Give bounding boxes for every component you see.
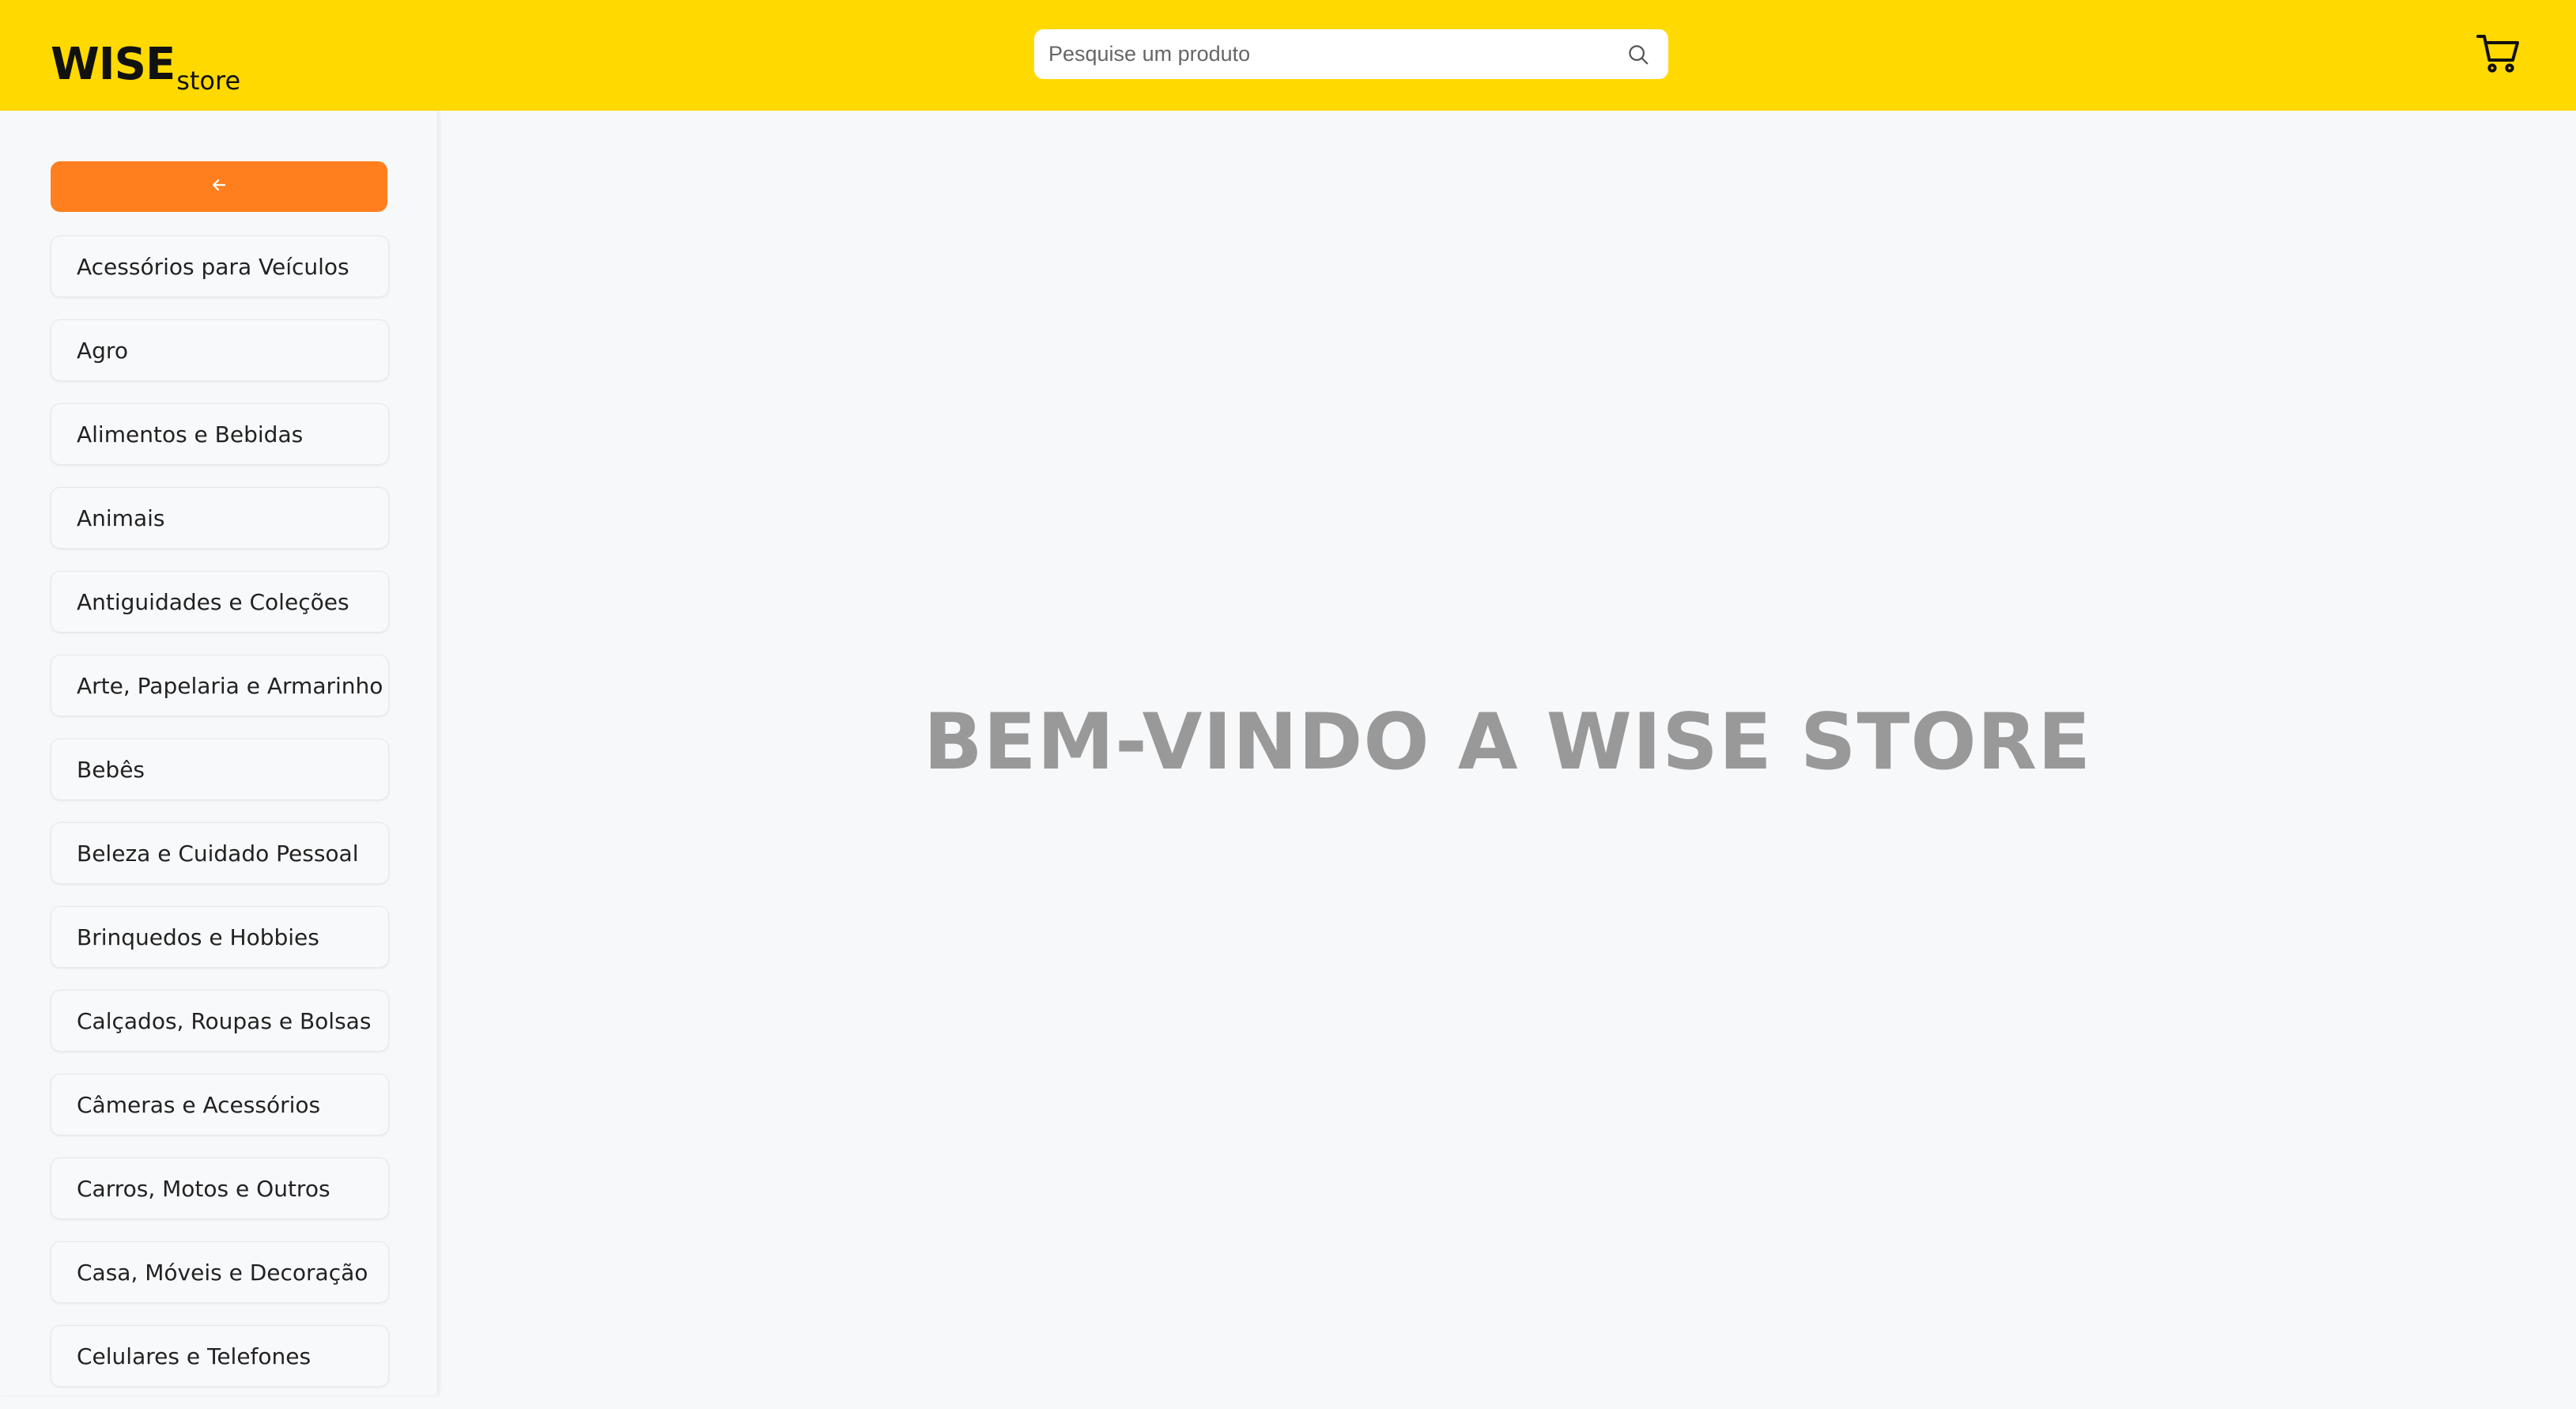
search-bar bbox=[1034, 29, 1668, 79]
welcome-title: BEM-VINDO A WISE STORE bbox=[923, 697, 2092, 788]
arrow-left-icon bbox=[210, 176, 229, 198]
category-list: Acessórios para Veículos Agro Alimentos … bbox=[51, 236, 389, 1409]
cart-icon[interactable] bbox=[2475, 32, 2522, 76]
category-item-animais[interactable]: Animais bbox=[51, 487, 389, 549]
category-item-acessorios-para-veiculos[interactable]: Acessórios para Veículos bbox=[51, 236, 389, 297]
back-button[interactable] bbox=[51, 161, 387, 212]
main-content: BEM-VINDO A WISE STORE bbox=[439, 111, 2576, 1395]
search-icon[interactable] bbox=[1624, 40, 1652, 69]
category-item-arte-papelaria-e-armarinho[interactable]: Arte, Papelaria e Armarinho bbox=[51, 655, 389, 716]
category-item-casa-moveis-e-decoracao[interactable]: Casa, Móveis e Decoração bbox=[51, 1241, 389, 1303]
category-item-calcados-roupas-e-bolsas[interactable]: Calçados, Roupas e Bolsas bbox=[51, 990, 389, 1052]
logo-main-text: WISE bbox=[51, 39, 176, 90]
search-input[interactable] bbox=[1048, 29, 1624, 79]
category-item-brinquedos-e-hobbies[interactable]: Brinquedos e Hobbies bbox=[51, 906, 389, 968]
category-item-bebes[interactable]: Bebês bbox=[51, 738, 389, 800]
top-header: WISE store bbox=[0, 0, 2576, 111]
category-sidebar: Acessórios para Veículos Agro Alimentos … bbox=[0, 111, 438, 1395]
category-item-antiguidades-e-colecoes[interactable]: Antiguidades e Coleções bbox=[51, 571, 389, 633]
logo-sub-text: store bbox=[176, 66, 241, 96]
category-item-beleza-e-cuidado-pessoal[interactable]: Beleza e Cuidado Pessoal bbox=[51, 822, 389, 884]
category-item-celulares-e-telefones[interactable]: Celulares e Telefones bbox=[51, 1325, 389, 1387]
category-item-carros-motos-e-outros[interactable]: Carros, Motos e Outros bbox=[51, 1158, 389, 1219]
store-logo[interactable]: WISE store bbox=[51, 24, 240, 94]
category-item-agro[interactable]: Agro bbox=[51, 319, 389, 381]
category-item-alimentos-e-bebidas[interactable]: Alimentos e Bebidas bbox=[51, 403, 389, 465]
category-item-cameras-e-acessorios[interactable]: Câmeras e Acessórios bbox=[51, 1074, 389, 1135]
